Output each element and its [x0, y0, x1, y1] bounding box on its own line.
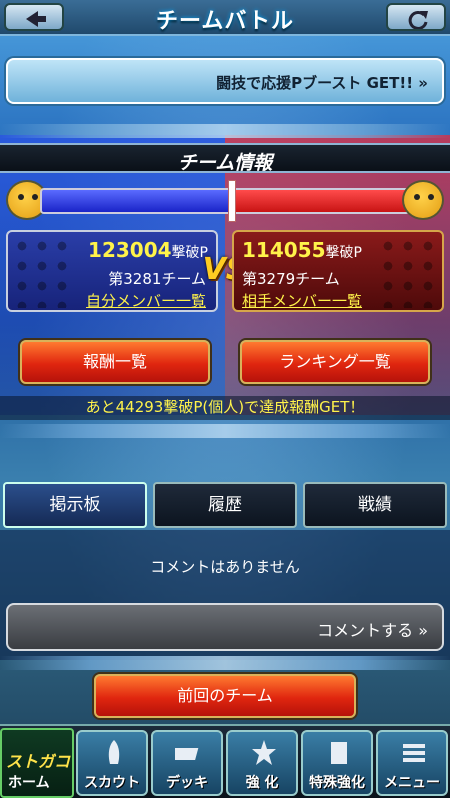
hex-pattern	[378, 236, 438, 308]
boost-label: 闘技で応援Pブースト GET!! »	[216, 74, 428, 92]
opp-points-value: 114055	[242, 238, 326, 262]
own-gauge-fill	[42, 190, 232, 212]
tab-record[interactable]: 戦績	[303, 482, 447, 528]
comment-button[interactable]: コメントする »	[6, 603, 444, 651]
enhance-icon	[252, 740, 276, 765]
nav-enhance[interactable]: 強 化	[226, 730, 298, 796]
reward-list-button[interactable]: 報酬一覧	[20, 340, 210, 384]
refresh-button[interactable]	[386, 3, 446, 31]
nav-deck-label: デッキ	[166, 775, 208, 791]
nav-enhance-label: 強 化	[245, 775, 279, 791]
team-info-bar: チーム情報	[0, 143, 450, 174]
deck-icon	[175, 748, 199, 760]
scout-icon	[108, 740, 120, 764]
nav-scout-label: スカウト	[84, 775, 140, 791]
own-members-link[interactable]: 自分メンバー一覧	[86, 290, 206, 311]
special-enhance-icon	[331, 742, 347, 764]
tab-board[interactable]: 掲示板	[3, 482, 147, 528]
nav-special-enhance[interactable]: 特殊強化	[301, 730, 373, 796]
team-info-label: チーム情報	[177, 152, 273, 174]
divider-mid	[0, 424, 450, 438]
nav-deck[interactable]: デッキ	[151, 730, 223, 796]
tab-history[interactable]: 履歴	[153, 482, 297, 528]
nav-home[interactable]: ストガコ ホーム	[0, 728, 74, 798]
opp-members-link[interactable]: 相手メンバー一覧	[242, 290, 362, 311]
battle-gauge	[40, 188, 410, 214]
opp-gauge-fill	[231, 190, 408, 212]
boost-banner[interactable]: 闘技で応援Pブースト GET!! »	[6, 58, 444, 104]
header-bar: チームバトル	[0, 0, 450, 36]
divider-top	[0, 124, 450, 138]
nav-menu-label: メニュー	[384, 775, 440, 791]
opp-rank: 第3279チーム	[242, 270, 340, 288]
opp-mascot-icon	[402, 180, 444, 220]
nav-special-enhance-label: 特殊強化	[309, 775, 365, 791]
own-points-value: 123004	[88, 238, 172, 262]
refresh-icon	[408, 10, 428, 29]
own-team-panel: 123004撃破P 第3281チーム 自分メンバー一覧	[6, 230, 218, 312]
divider-bottom	[0, 656, 450, 670]
hex-pattern	[12, 236, 72, 308]
own-rank: 第3281チーム	[108, 270, 206, 288]
gauge-marker	[227, 180, 236, 222]
page-title: チームバトル	[155, 9, 294, 34]
ranking-list-button[interactable]: ランキング一覧	[240, 340, 430, 384]
opp-points: 114055撃破P	[242, 238, 362, 262]
previous-team-button[interactable]: 前回のチーム	[94, 674, 356, 718]
goal-message: あと44293撃破P(個人)で達成報酬GET！	[0, 396, 450, 420]
nav-home-label: ホーム	[8, 775, 50, 791]
home-logo: ストガコ	[6, 752, 71, 771]
opp-points-unit: 撃破P	[325, 245, 362, 261]
own-points: 123004撃破P	[88, 238, 208, 262]
nav-menu[interactable]: メニュー	[376, 730, 448, 796]
nav-scout[interactable]: スカウト	[76, 730, 148, 796]
menu-icon	[403, 744, 425, 762]
opp-team-panel: 114055撃破P 第3279チーム 相手メンバー一覧	[232, 230, 444, 312]
comment-button-label: コメントする »	[317, 621, 428, 640]
no-comment-text: コメントはありません	[150, 558, 300, 576]
